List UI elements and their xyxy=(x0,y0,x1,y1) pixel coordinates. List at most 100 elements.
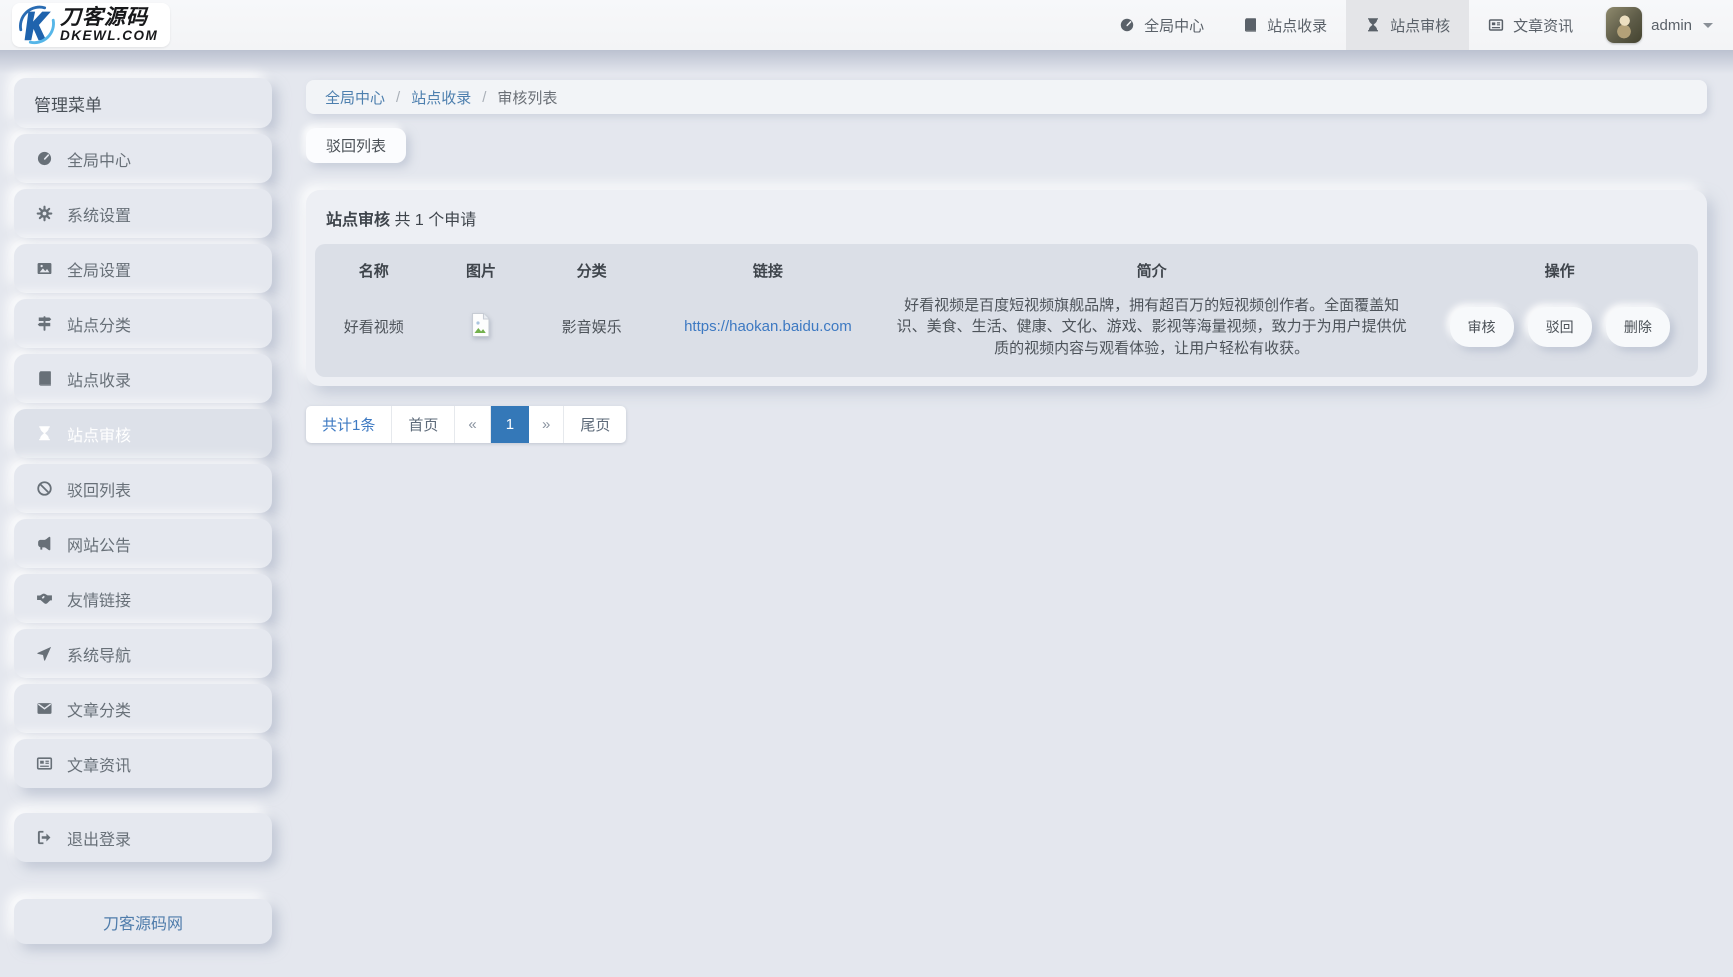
breadcrumb-link-site-records[interactable]: 站点收录 xyxy=(411,87,471,108)
caret-down-icon xyxy=(1703,23,1713,28)
cell-site-category: 影音娱乐 xyxy=(529,291,653,363)
audit-table: 名称 图片 分类 链接 简介 操作 好看视频 xyxy=(315,246,1698,363)
dashboard-icon xyxy=(1119,17,1135,33)
table-row: 好看视频 影音娱乐 xyxy=(315,291,1698,363)
nav-item-label: 全局中心 xyxy=(1144,15,1204,36)
site-url-link[interactable]: https://haokan.baidu.com xyxy=(684,318,852,335)
sidebar-item-system-settings[interactable]: 系统设置 xyxy=(14,189,272,238)
sidebar-item-label: 全局设置 xyxy=(67,257,131,281)
main-content: 全局中心 / 站点收录 / 审核列表 驳回列表 站点审核 共 1 个申请 名称 … xyxy=(306,80,1707,443)
breadcrumb-link-global-center[interactable]: 全局中心 xyxy=(325,87,385,108)
pagination-prev[interactable]: « xyxy=(455,406,490,443)
image-icon xyxy=(34,260,54,277)
bullhorn-icon xyxy=(34,535,54,552)
brand-line2: DKEWL.COM xyxy=(60,29,158,43)
sidebar: 管理菜单 全局中心 系统设置 xyxy=(14,78,272,944)
sidebar-item-label: 网站公告 xyxy=(67,532,131,556)
audit-card-count: 共 1 个申请 xyxy=(394,212,476,229)
audit-card-title: 站点审核 xyxy=(326,212,390,229)
pagination-total: 共计1条 xyxy=(306,406,392,443)
table-header-row: 名称 图片 分类 链接 简介 操作 xyxy=(315,246,1698,291)
sidebar-item-logout[interactable]: 退出登录 xyxy=(14,813,272,862)
breadcrumb-current: 审核列表 xyxy=(497,87,557,108)
envelope-icon xyxy=(34,700,54,717)
sidebar-footer-link[interactable]: 刀客源码网 xyxy=(103,910,183,934)
pagination: 共计1条 首页 « 1 » 尾页 xyxy=(306,406,626,443)
dashboard-icon xyxy=(34,150,54,167)
nav-item-label: 站点审核 xyxy=(1390,15,1450,36)
cell-site-name: 好看视频 xyxy=(315,291,433,363)
newspaper-icon xyxy=(1488,17,1504,33)
top-navbar: 刀客源码 DKEWL.COM 全局中心 站点收录 站点审核 xyxy=(0,0,1733,50)
nav-item-global-center[interactable]: 全局中心 xyxy=(1100,0,1223,50)
signpost-icon xyxy=(34,315,54,332)
nav-item-site-audit[interactable]: 站点审核 xyxy=(1346,0,1469,50)
broken-image-icon xyxy=(469,312,493,338)
hourglass-icon xyxy=(34,425,54,442)
sidebar-item-label: 全局中心 xyxy=(67,147,131,171)
audit-card-header: 站点审核 共 1 个申请 xyxy=(306,190,1707,244)
col-header-description: 简介 xyxy=(882,246,1421,291)
user-avatar xyxy=(1606,7,1642,43)
sidebar-item-label: 文章资讯 xyxy=(67,752,131,776)
pagination-next[interactable]: » xyxy=(529,406,564,443)
brand-logo[interactable]: 刀客源码 DKEWL.COM xyxy=(12,3,170,47)
hourglass-icon xyxy=(1365,17,1381,33)
approve-button[interactable]: 审核 xyxy=(1450,307,1514,347)
gear-icon xyxy=(34,205,54,222)
audit-table-wrap: 名称 图片 分类 链接 简介 操作 好看视频 xyxy=(315,244,1698,377)
reject-button[interactable]: 驳回 xyxy=(1528,307,1592,347)
ban-icon xyxy=(34,480,54,497)
pagination-first[interactable]: 首页 xyxy=(392,406,455,443)
rejected-list-button[interactable]: 驳回列表 xyxy=(306,128,406,163)
col-header-link: 链接 xyxy=(654,246,882,291)
sidebar-item-label: 系统导航 xyxy=(67,642,131,666)
sidebar-item-site-announcements[interactable]: 网站公告 xyxy=(14,519,272,568)
col-header-category: 分类 xyxy=(529,246,653,291)
brand-mark-icon xyxy=(16,4,58,46)
breadcrumb-separator: / xyxy=(482,89,486,106)
sidebar-item-site-audit[interactable]: 站点审核 xyxy=(14,409,272,458)
sidebar-item-label: 站点审核 xyxy=(67,422,131,446)
sidebar-item-friend-links[interactable]: 友情链接 xyxy=(14,574,272,623)
sidebar-item-label: 站点分类 xyxy=(67,312,131,336)
col-header-name: 名称 xyxy=(315,246,433,291)
sidebar-item-articles[interactable]: 文章资讯 xyxy=(14,739,272,788)
sidebar-item-label: 系统设置 xyxy=(67,202,131,226)
nav-item-articles[interactable]: 文章资讯 xyxy=(1469,0,1592,50)
pagination-current-page[interactable]: 1 xyxy=(491,406,529,443)
brand-text: 刀客源码 DKEWL.COM xyxy=(60,7,158,43)
sidebar-item-label: 站点收录 xyxy=(67,367,131,391)
col-header-image: 图片 xyxy=(433,246,530,291)
sidebar-item-global-center[interactable]: 全局中心 xyxy=(14,134,272,183)
breadcrumb: 全局中心 / 站点收录 / 审核列表 xyxy=(306,80,1707,114)
sidebar-title-label: 管理菜单 xyxy=(34,91,102,116)
user-name: admin xyxy=(1651,17,1692,34)
sidebar-item-global-settings[interactable]: 全局设置 xyxy=(14,244,272,293)
nav-item-label: 文章资讯 xyxy=(1513,15,1573,36)
location-arrow-icon xyxy=(34,645,54,662)
sidebar-item-system-navigation[interactable]: 系统导航 xyxy=(14,629,272,678)
sidebar-title: 管理菜单 xyxy=(14,78,272,128)
cell-site-description: 好看视频是百度短视频旗舰品牌，拥有超百万的短视频创作者。全面覆盖知识、美食、生活… xyxy=(882,291,1421,363)
cell-site-image xyxy=(433,291,530,363)
nav-item-site-records[interactable]: 站点收录 xyxy=(1223,0,1346,50)
sidebar-item-label: 文章分类 xyxy=(67,697,131,721)
sign-out-icon xyxy=(34,829,54,846)
sidebar-item-rejected-list[interactable]: 驳回列表 xyxy=(14,464,272,513)
user-menu[interactable]: admin xyxy=(1592,7,1719,43)
sidebar-item-label: 驳回列表 xyxy=(67,477,131,501)
sidebar-item-article-categories[interactable]: 文章分类 xyxy=(14,684,272,733)
sidebar-item-site-records[interactable]: 站点收录 xyxy=(14,354,272,403)
delete-button[interactable]: 删除 xyxy=(1606,307,1670,347)
handshake-icon xyxy=(34,590,54,607)
pagination-last[interactable]: 尾页 xyxy=(564,406,626,443)
breadcrumb-separator: / xyxy=(396,89,400,106)
col-header-actions: 操作 xyxy=(1421,246,1698,291)
sidebar-footer-card: 刀客源码网 xyxy=(14,899,272,944)
brand-line1: 刀客源码 xyxy=(60,7,158,28)
cell-actions: 审核 驳回 删除 xyxy=(1421,291,1698,363)
sidebar-item-site-categories[interactable]: 站点分类 xyxy=(14,299,272,348)
newspaper-icon xyxy=(34,755,54,772)
nav-item-label: 站点收录 xyxy=(1267,15,1327,36)
